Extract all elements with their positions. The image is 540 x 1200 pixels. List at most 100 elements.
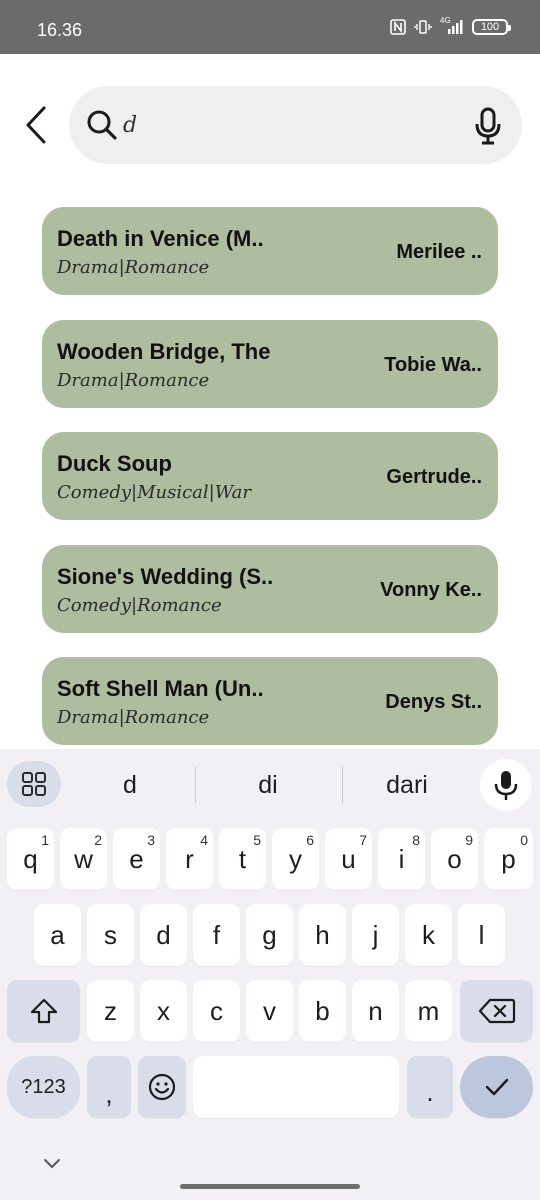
keyboard-menu-button[interactable] — [7, 761, 61, 807]
search-icon — [87, 110, 117, 140]
movie-genres: Drama|Romance — [57, 257, 210, 278]
key-label: r — [185, 843, 194, 874]
key-w[interactable]: w2 — [60, 828, 107, 890]
back-arrow-icon[interactable] — [22, 104, 54, 146]
key-k[interactable]: k — [405, 904, 452, 966]
key-label: l — [478, 919, 485, 950]
comma-key[interactable]: , — [87, 1056, 131, 1118]
period-key[interactable]: . — [407, 1056, 453, 1118]
key-label: h — [315, 919, 330, 950]
nfc-icon — [390, 19, 406, 35]
key-y[interactable]: y6 — [272, 828, 319, 890]
key-label: o — [447, 843, 462, 874]
key-d[interactable]: d — [140, 904, 187, 966]
search-input[interactable] — [123, 106, 463, 144]
key-hint: 0 — [520, 832, 528, 848]
key-g[interactable]: g — [246, 904, 293, 966]
key-x[interactable]: x — [140, 980, 187, 1042]
space-key[interactable] — [193, 1056, 399, 1118]
mic-icon[interactable] — [474, 106, 502, 146]
key-h[interactable]: h — [299, 904, 346, 966]
key-label: . — [426, 1076, 434, 1107]
movie-title: Sione's Wedding (S.. — [57, 563, 274, 589]
grid-icon — [22, 772, 46, 796]
key-label: i — [398, 843, 405, 874]
movie-title: Duck Soup — [57, 451, 172, 476]
emoji-icon — [148, 1073, 176, 1101]
key-m[interactable]: m — [405, 980, 452, 1042]
key-label: x — [157, 995, 170, 1026]
movie-results-list: Death in Venice (M.. Drama|Romance Meril… — [42, 207, 498, 770]
key-b[interactable]: b — [299, 980, 346, 1042]
key-s[interactable]: s — [87, 904, 134, 966]
movie-card[interactable]: Sione's Wedding (S.. Comedy|Romance Vonn… — [42, 544, 498, 633]
key-q[interactable]: q1 — [7, 828, 54, 890]
key-label: z — [104, 995, 117, 1026]
mic-icon — [494, 771, 518, 800]
signal-4g-icon: 4G — [440, 16, 464, 35]
key-hint: 1 — [41, 832, 49, 848]
key-label: j — [372, 919, 379, 950]
movie-card[interactable]: Duck Soup Comedy|Musical|War Gertrude.. — [42, 432, 498, 520]
chevron-down-icon[interactable] — [42, 1157, 62, 1171]
key-label: s — [104, 919, 117, 950]
key-v[interactable]: v — [246, 980, 293, 1042]
key-z[interactable]: z — [87, 980, 134, 1042]
movie-director: Vonny Ke.. — [380, 578, 482, 601]
key-hint: 5 — [253, 832, 261, 848]
key-o[interactable]: o9 — [431, 828, 478, 890]
key-e[interactable]: e3 — [113, 828, 160, 890]
key-f[interactable]: f — [193, 904, 240, 966]
suggestion-item[interactable]: d — [110, 771, 150, 800]
enter-key[interactable] — [460, 1056, 533, 1118]
suggestion-item[interactable]: di — [238, 771, 298, 800]
key-label: q — [23, 843, 38, 874]
key-label: a — [50, 919, 65, 950]
movie-title: Wooden Bridge, The — [57, 338, 271, 364]
key-r[interactable]: r4 — [166, 828, 213, 890]
movie-genres: Drama|Romance — [57, 369, 210, 391]
key-hint: 6 — [306, 832, 314, 848]
key-t[interactable]: t5 — [219, 828, 266, 890]
key-label: c — [210, 995, 223, 1026]
shift-key[interactable] — [7, 980, 80, 1042]
movie-genres: Drama|Romance — [57, 707, 210, 728]
symbols-key[interactable]: ?123 — [7, 1056, 80, 1118]
key-hint: 4 — [200, 832, 208, 848]
key-hint: 3 — [147, 832, 155, 848]
key-u[interactable]: u7 — [325, 828, 372, 890]
emoji-key[interactable] — [138, 1056, 186, 1118]
key-label: n — [368, 995, 383, 1026]
gesture-handle[interactable] — [180, 1184, 360, 1189]
key-j[interactable]: j — [352, 904, 399, 966]
key-c[interactable]: c — [193, 980, 240, 1042]
key-label: g — [262, 919, 277, 950]
movie-card[interactable]: Death in Venice (M.. Drama|Romance Meril… — [42, 207, 498, 295]
status-bar: 16.36 4G 100 — [0, 0, 540, 54]
key-i[interactable]: i8 — [378, 828, 425, 890]
key-hint: 8 — [412, 832, 420, 848]
key-label: , — [105, 1078, 113, 1109]
status-icons: 4G 100 — [390, 16, 511, 35]
suggestion-item[interactable]: dari — [370, 771, 444, 800]
key-label: e — [129, 843, 144, 874]
key-l[interactable]: l — [458, 904, 505, 966]
divider — [195, 767, 196, 803]
checkmark-icon — [485, 1078, 508, 1096]
movie-director: Merilee .. — [396, 241, 482, 263]
key-a[interactable]: a — [34, 904, 81, 966]
soft-keyboard: d di dari q1 w2 e3 r4 t5 y6 u7 i8 o9 p0 … — [0, 749, 540, 1200]
battery-icon: 100 — [472, 19, 511, 35]
key-n[interactable]: n — [352, 980, 399, 1042]
movie-director: Denys St.. — [385, 691, 482, 713]
key-label: d — [156, 919, 171, 950]
key-label: ?123 — [21, 1075, 66, 1098]
voice-input-button[interactable] — [480, 759, 532, 811]
movie-card[interactable]: Soft Shell Man (Un.. Drama|Romance Denys… — [42, 657, 498, 745]
key-label: v — [263, 995, 276, 1026]
key-label: y — [289, 843, 302, 874]
key-p[interactable]: p0 — [484, 828, 533, 890]
movie-card[interactable]: Wooden Bridge, The Drama|Romance Tobie W… — [42, 319, 498, 408]
backspace-key[interactable] — [460, 980, 533, 1042]
search-bar[interactable] — [69, 86, 522, 164]
